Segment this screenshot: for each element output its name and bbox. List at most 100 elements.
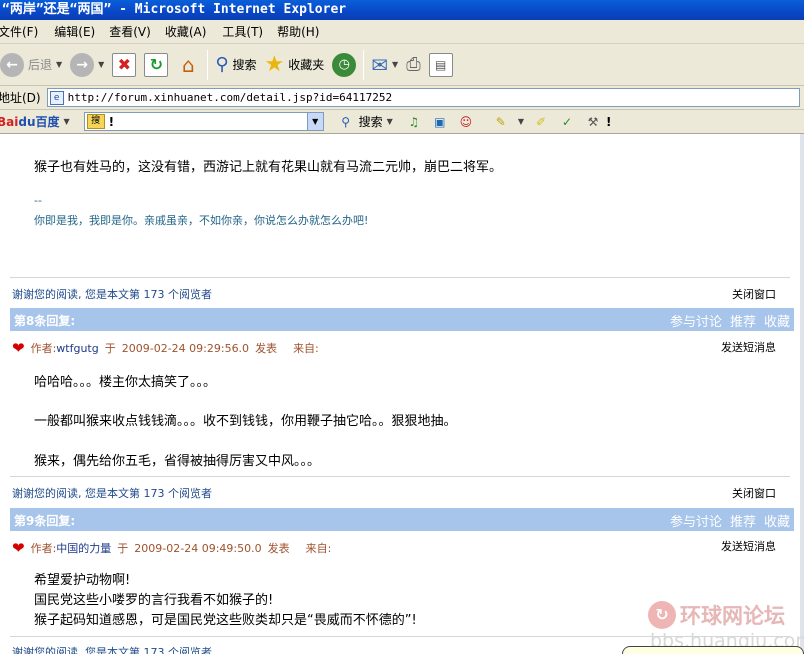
address-input[interactable]: e http://forum.xinhuanet.com/detail.jsp?… [46,88,800,107]
mail-button[interactable]: ✉ ▼ [367,48,402,82]
home-button[interactable]: ⌂ [172,48,204,82]
forward-arrow-icon: → [70,52,95,77]
join-discussion-link[interactable]: 参与讨论 [670,315,722,330]
baidu-search-dropdown-icon[interactable]: ▼ [387,117,393,126]
forward-button[interactable]: → ▼ [66,48,108,82]
reply-line: 猴子起码知道感恩，可是国民党这些败类却只是“畏威而不怀德的”! [34,613,417,628]
status-popup[interactable] [622,646,804,654]
baidu-toolbar: Baidu百度 ▼ 搜 ! ▼ ⚲ 搜索 ▼ ♫ ▣ ☺ ✎ ▼ ✐ ✓ ⚒ ! [0,110,804,134]
baidu-input-prefix: 搜 [86,114,105,129]
image-icon[interactable]: ▣ [432,114,448,130]
reply-line: 国民党这些小喽罗的言行我看不如猴子的! [34,593,274,608]
heart-icon: ❤ [12,339,25,357]
search-label: 搜索 [232,58,257,72]
divider [10,476,790,477]
signature-separator: -- [34,194,42,207]
post-date: 2009-02-24 09:29:56.0 [121,341,250,355]
address-bar: 地址(D) e http://forum.xinhuanet.com/detai… [0,86,804,110]
reply-header: 第8条回复: 参与讨论 推荐 收藏 [10,308,794,331]
reply-line: 哈哈哈。。。楼主你太搞笑了。。。 [34,375,217,390]
magnifier-icon: ⚲ [215,54,229,75]
search-button[interactable]: ⚲ 搜索 [211,48,260,82]
star-icon: ★ [264,52,285,77]
recommend-link[interactable]: 推荐 [730,315,756,330]
reader-count-note: 谢谢您的阅读, 您是本文第 173 个阅览者 [12,288,212,301]
address-url[interactable]: http://forum.xinhuanet.com/detail.jsp?id… [68,91,393,104]
menu-file[interactable]: 文件(F) [0,23,46,40]
face-icon[interactable]: ☺ [458,114,474,130]
toolbar-separator [363,49,365,80]
heart-icon: ❤ [12,539,25,557]
reply-meta: ❤ 作者: 中国的力量 于 2009-02-24 09:49:50.0 发表 来… [12,540,331,556]
collect-link[interactable]: 收藏 [764,515,790,530]
join-discussion-link[interactable]: 参与讨论 [670,515,722,530]
back-label: 后退 [28,58,53,72]
baidu-logo[interactable]: Baidu百度 [0,113,60,130]
baidu-search-label[interactable]: 搜索 [359,113,383,130]
page-content: 猴子也有姓马的，这没有错，西游记上就有花果山就有马流二元帅，崩巴二将军。 -- … [0,134,804,654]
printer-icon: ⎙ [406,54,421,75]
address-label: 地址(D) [0,91,41,105]
tools-icon[interactable]: ⚒ [585,114,601,130]
reply-actions: 参与讨论 推荐 收藏 [662,311,790,330]
standard-toolbar: ← 后退 ▼ → ▼ ✖ ↻ ⌂ ⚲ 搜索 ★ 收藏夹 ◷ ✉ ▼ ⎙ ▤ [0,44,804,86]
at-label: 于 [117,542,129,555]
edit-page-icon: ▤ [428,52,453,77]
translate-icon[interactable]: ✓ [559,114,575,130]
favorites-button[interactable]: ★ 收藏夹 [261,48,329,82]
collect-link[interactable]: 收藏 [764,315,790,330]
watermark-name: 环球网论坛 [680,604,785,628]
author-name[interactable]: 中国的力量 [56,540,111,556]
baidu-search-input[interactable]: 搜 ! ▼ [83,112,324,131]
back-button[interactable]: ← 后退 ▼ [0,48,66,82]
close-window-link[interactable]: 关闭窗口 [732,286,776,302]
history-button[interactable]: ◷ [328,48,360,82]
posted-label: 发表 [255,342,278,355]
menu-edit[interactable]: 编辑(E) [54,23,103,40]
baidu-input-value[interactable]: ! [109,115,114,129]
site-watermark: ↻ 环球网论坛 bbs.huanqiu.com [648,600,804,652]
window-title: “两岸”还是“两国” - Microsoft Internet Explorer [0,0,804,20]
send-message-link[interactable]: 发送短消息 [721,538,776,554]
post-body-text: 猴子也有姓马的，这没有错，西游记上就有花果山就有马流二元帅，崩巴二将军。 [34,160,503,175]
baidu-logo-part2: du百度 [18,115,60,129]
print-button[interactable]: ⎙ [402,48,424,82]
refresh-button[interactable]: ↻ [140,48,172,82]
ie-page-icon: e [49,90,64,105]
source-label: 来自: [305,542,332,555]
home-icon: ⌂ [181,52,195,77]
vertical-scrollbar[interactable] [800,134,804,654]
baidu-extra-label: ! [605,114,612,129]
stop-button[interactable]: ✖ [108,48,140,82]
reader-count-note: 谢谢您的阅读, 您是本文第 173 个阅览者 [12,487,212,500]
baidu-menu-dropdown-icon[interactable]: ▼ [64,117,70,126]
favorites-label: 收藏夹 [288,58,325,72]
mail-dropdown-icon[interactable]: ▼ [392,60,398,69]
divider [10,277,790,278]
reply-header: 第9条回复: 参与讨论 推荐 收藏 [10,508,794,531]
recommend-link[interactable]: 推荐 [730,515,756,530]
edit-button[interactable]: ▤ [425,48,457,82]
music-note-icon[interactable]: ♫ [406,114,422,130]
history-clock-icon: ◷ [332,52,357,77]
refresh-icon: ↻ [144,52,169,77]
watermark-logo: ↻ 环球网论坛 [648,600,804,630]
stop-icon: ✖ [112,52,137,77]
baidu-logo-part1: Bai [0,115,19,129]
menu-help[interactable]: 帮助(H) [277,23,327,40]
highlight-dropdown-icon[interactable]: ▼ [518,117,524,126]
menu-favorites[interactable]: 收藏(A) [165,23,215,40]
reply-meta: ❤ 作者: wtfgutg 于 2009-02-24 09:29:56.0 发表… [12,340,319,356]
menu-view[interactable]: 查看(V) [109,23,159,40]
marker-icon[interactable]: ✐ [533,114,549,130]
reply-line: 猴来，偶先给你五毛，省得被抽得厉害又中风。。。 [34,454,321,469]
forward-dropdown-icon[interactable]: ▼ [98,60,104,69]
close-window-link[interactable]: 关闭窗口 [732,485,776,501]
baidu-input-dropdown-icon[interactable]: ▼ [306,113,323,130]
baidu-search-icon[interactable]: ⚲ [338,114,354,130]
menu-tools[interactable]: 工具(T) [222,23,271,40]
back-dropdown-icon[interactable]: ▼ [56,60,62,69]
author-name[interactable]: wtfgutg [56,342,98,355]
highlight-icon[interactable]: ✎ [493,114,509,130]
send-message-link[interactable]: 发送短消息 [721,339,776,355]
